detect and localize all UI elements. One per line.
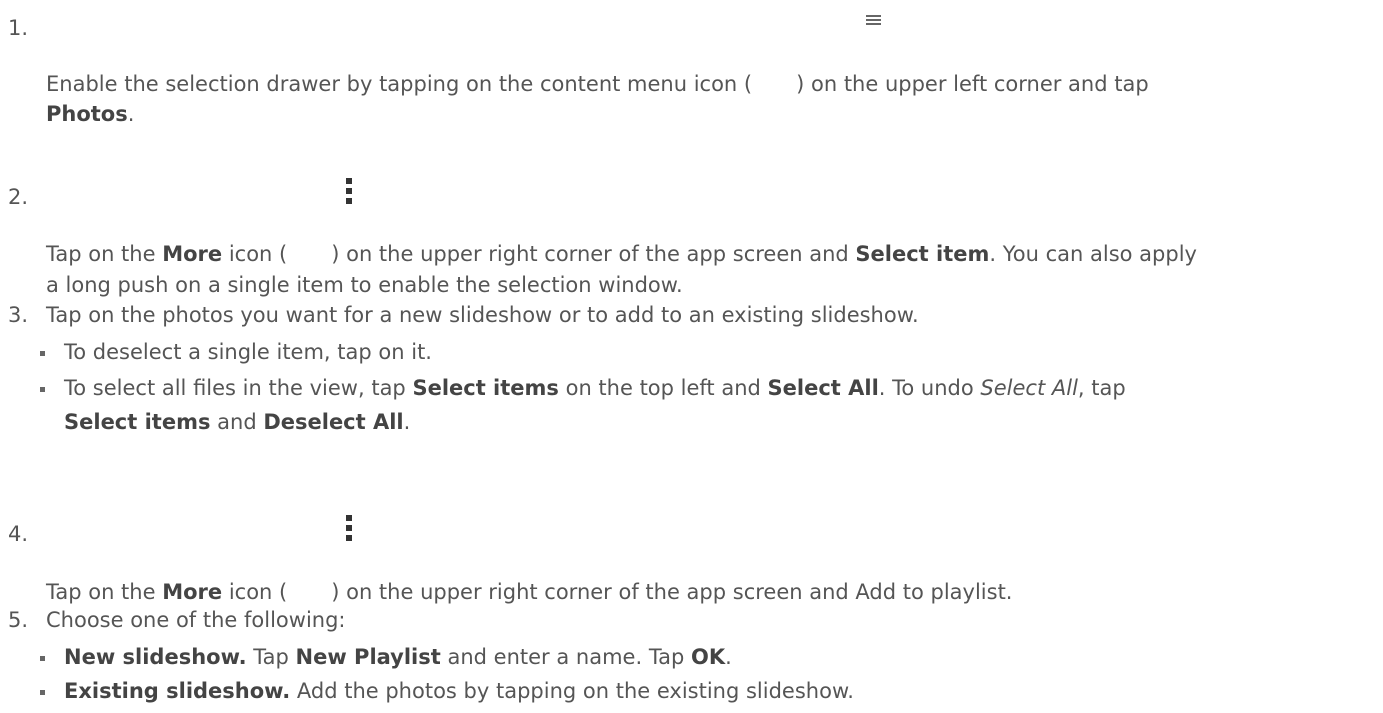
more-vertical-icon (346, 515, 352, 541)
bullet (40, 351, 45, 356)
list-item-line2: Select items and Deselect All. (64, 410, 411, 434)
list-item: To deselect a single item, tap on it. (64, 340, 432, 364)
step-2-text-line2: a long push on a single item to enable t… (46, 273, 683, 297)
step-number: 4. (8, 522, 29, 546)
step-1-text-line2: Photos. (46, 102, 135, 126)
step-number: 5. (8, 608, 29, 632)
step-1-text: Enable the selection drawer by tapping o… (46, 72, 1149, 96)
list-item: New slideshow. Tap New Playlist and ente… (64, 645, 732, 669)
step-number: 1. (8, 16, 29, 40)
step-3-text: Tap on the photos you want for a new sli… (46, 303, 919, 327)
step-2-text: Tap on the More icon () on the upper rig… (46, 242, 1197, 266)
list-item: To select all files in the view, tap Sel… (64, 376, 1126, 400)
list-item: Existing slideshow. Add the photos by ta… (64, 679, 854, 703)
step-4-text: Tap on the More icon () on the upper rig… (46, 580, 1013, 604)
bullet (40, 387, 45, 392)
bullet (40, 656, 45, 661)
step-number: 2. (8, 185, 29, 209)
step-5-text: Choose one of the following: (46, 608, 346, 632)
menu-icon (866, 14, 881, 25)
bullet (40, 690, 45, 695)
more-vertical-icon (346, 178, 352, 204)
step-number: 3. (8, 303, 29, 327)
